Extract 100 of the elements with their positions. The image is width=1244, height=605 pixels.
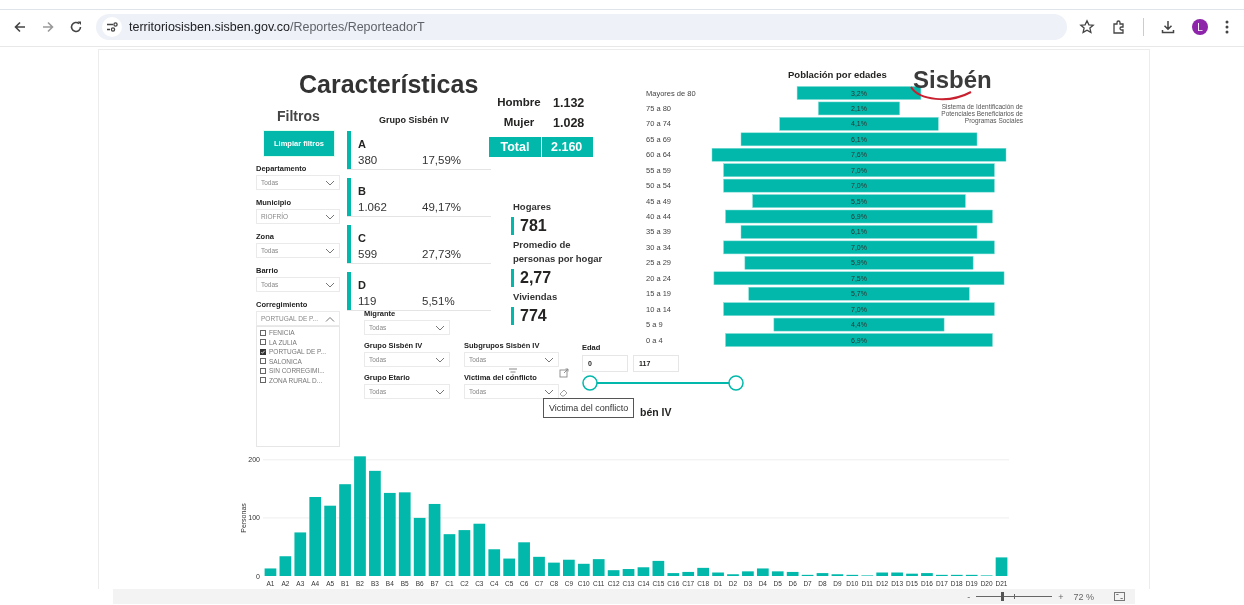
total-label: Total [489,137,542,157]
fit-page-icon[interactable] [1114,592,1125,601]
address-bar[interactable]: territoriosisben.sisben.gov.co/Reportes/ReporteadorT [96,14,1067,40]
checked-checkbox-icon[interactable] [260,348,266,355]
bar [816,573,829,576]
sex-count: 1.028 [552,116,586,130]
caret-down-icon [325,179,335,186]
sex-label: Hombre [496,96,542,110]
group-count: 119 [358,294,378,307]
slider-thumb[interactable] [1001,592,1005,601]
bar [443,534,456,576]
bar [607,570,620,576]
kpi-value: 2,77 [520,269,552,287]
bar [279,556,292,576]
caret-down-icon [435,388,445,395]
bar [473,523,486,576]
bar [637,567,650,576]
kpi-value: 781 [520,217,547,235]
group-count: 1.062 [358,200,388,213]
total-value: 2.160 [550,139,583,156]
caret-down-icon [325,213,335,220]
accent-bar [347,178,351,216]
caret-down-icon [325,247,335,254]
group-letter: C [358,232,367,244]
kpi-label: Promedio de personas por hogar [513,238,604,266]
bar [682,571,695,576]
bar [876,572,889,576]
caret-down-icon [544,388,554,395]
bar [413,517,426,576]
sex-label: Mujer [502,116,536,130]
reload-icon[interactable] [68,19,84,35]
puzzle-icon[interactable] [1111,19,1127,35]
tooltip: Victima del conflicto [543,398,635,418]
forward-icon[interactable] [40,19,56,35]
bar [264,568,277,576]
profile-avatar[interactable]: L [1192,19,1208,35]
checkbox-icon[interactable] [260,367,266,374]
focus-mode-icon[interactable] [559,368,569,378]
zoom-in-button[interactable]: + [1058,591,1064,602]
bar [503,558,516,576]
bar [742,571,754,576]
bar [786,571,799,576]
report-title: Características [299,70,479,99]
slider-handle[interactable] [728,375,744,391]
checkbox-icon[interactable] [260,329,266,336]
zoom-out-button[interactable]: - [967,591,971,602]
bar [577,563,590,576]
bar [995,557,1008,576]
accent-bar [347,131,351,169]
bar [906,573,918,576]
bar [294,532,307,576]
caret-down-icon [544,356,554,363]
bar [652,560,665,576]
bar [488,549,501,576]
checkbox-icon[interactable] [260,339,266,346]
group-percent: 27,73% [422,247,461,260]
slider-handle[interactable] [582,375,598,391]
group-percent: 49,17% [422,200,461,213]
download-icon[interactable] [1160,19,1176,35]
group-count: 599 [358,247,379,260]
group-letter: B [358,185,367,197]
bar [921,573,933,576]
bar [563,559,575,576]
accent-bar [347,225,351,263]
caret-up-icon [325,315,335,322]
bar [771,571,784,576]
group-count: 380 [358,153,379,166]
accent-bar [347,272,351,310]
bar [533,556,545,576]
chart-title: Población por edades [788,69,887,80]
zoom-level: 72 % [1073,591,1094,602]
bar [891,572,903,576]
bar [756,568,769,576]
accent-bar [511,307,514,325]
sex-count: 1.132 [552,96,586,110]
caret-down-icon [435,356,445,363]
group-percent: 5,51% [422,294,455,307]
star-icon[interactable] [1079,19,1095,35]
visual-heading: bén IV [640,406,672,418]
filters-heading: Filtros [277,108,320,124]
kpi-value: 774 [520,307,547,325]
bar [667,573,680,576]
bar [548,562,560,576]
back-icon[interactable] [12,19,28,35]
menu-icon[interactable] [1224,19,1230,35]
bar [592,559,605,576]
site-settings-icon[interactable] [102,17,122,37]
caret-down-icon [325,281,335,288]
group-heading: Grupo Sisbén IV [379,115,449,125]
group-percent: 17,59% [422,153,461,166]
bar [712,572,724,576]
bar [622,569,635,576]
zoom-slider[interactable] [976,592,1053,601]
bar [697,567,709,576]
group-letter: D [358,279,367,291]
checkbox-icon[interactable] [260,358,266,365]
logo-wordmark: Sisbén [913,66,992,94]
checkbox-icon[interactable] [260,377,266,384]
group-letter: A [358,138,367,150]
url-text: territoriosisben.sisben.gov.co/Reportes/ReporteadorT [129,20,425,34]
